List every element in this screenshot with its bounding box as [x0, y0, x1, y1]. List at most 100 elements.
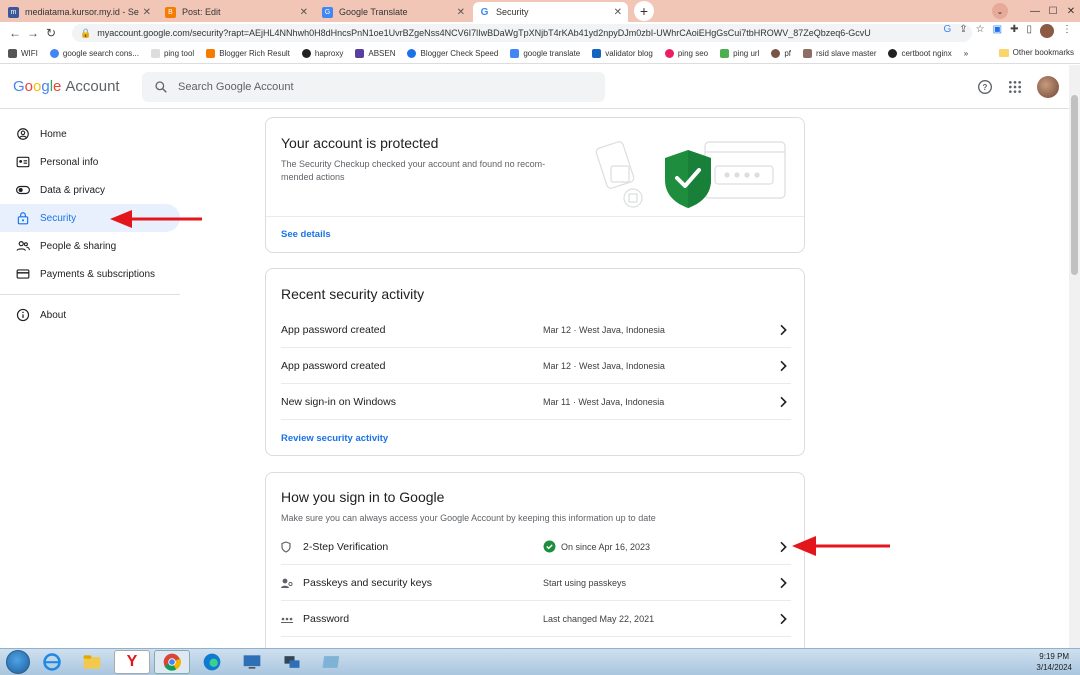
sidebar-item-label: Security — [40, 212, 77, 224]
bookmark-item[interactable]: pf — [771, 49, 791, 58]
other-bookmarks[interactable]: Other bookmarks — [998, 48, 1074, 57]
browser-tab-active[interactable]: G Security ✕ — [473, 2, 628, 22]
bookmark-star-icon[interactable]: ☆ — [976, 24, 985, 38]
yandex-browser-icon[interactable]: Y — [114, 650, 150, 674]
activity-label: App password created — [281, 359, 386, 372]
signin-method-label: Password — [303, 612, 350, 625]
bookmark-item[interactable]: ping url — [720, 49, 759, 58]
extension-translate-icon[interactable]: ▣ — [993, 24, 1002, 38]
sidebar-item-people-sharing[interactable]: People & sharing — [0, 232, 180, 260]
sidebar-item-personal-info[interactable]: Personal info — [0, 148, 180, 176]
bookmark-label: Blogger Check Speed — [420, 49, 499, 58]
activity-label: New sign-in on Windows — [281, 395, 396, 408]
sidebar-item-home[interactable]: Home — [0, 120, 180, 148]
profile-avatar[interactable] — [1040, 24, 1054, 38]
forward-icon[interactable]: → — [24, 26, 42, 40]
card-divider — [266, 216, 804, 217]
virtual-machine-icon[interactable] — [314, 650, 350, 674]
tab-search-icon[interactable]: ⌄ — [992, 3, 1008, 19]
maximize-icon[interactable]: ☐ — [1044, 0, 1062, 22]
address-bar[interactable]: 🔒 myaccount.google.com/security?rapt=AEj… — [72, 24, 972, 42]
lock-icon — [17, 212, 29, 225]
page-scrollbar[interactable] — [1069, 65, 1080, 648]
activity-detail: Mar 12 · West Java, Indonesia — [543, 324, 665, 335]
browser-tab[interactable]: B Post: Edit ✕ — [159, 2, 314, 22]
help-icon[interactable]: ? — [977, 79, 993, 95]
side-panel-icon[interactable]: ▯ — [1026, 24, 1032, 38]
chevron-right-icon — [780, 541, 787, 552]
bookmark-item[interactable]: ping seo — [664, 49, 709, 58]
minimize-icon[interactable]: — — [1026, 0, 1044, 22]
share-icon[interactable]: ⇪ — [959, 24, 967, 38]
bookmark-label: validator blog — [605, 49, 653, 58]
activity-row[interactable]: App password created Mar 12 · West Java,… — [281, 312, 791, 348]
remote-desktop-icon[interactable] — [234, 650, 270, 674]
bookmark-item[interactable]: Blogger Check Speed — [407, 49, 498, 58]
edge-icon[interactable] — [194, 650, 230, 674]
menu-kebab-icon[interactable]: ⋮ — [1062, 24, 1072, 38]
reload-icon[interactable]: ↻ — [42, 26, 60, 40]
file-explorer-icon[interactable] — [74, 650, 110, 674]
chrome-icon[interactable] — [154, 650, 190, 674]
bookmark-item[interactable]: ping tool — [150, 49, 194, 58]
bookmark-item[interactable]: Blogger Rich Result — [206, 49, 290, 58]
windows-start-button[interactable] — [6, 650, 30, 674]
bookmark-icon — [150, 49, 160, 58]
site-info-icon[interactable]: 🔒 — [80, 28, 91, 39]
close-icon[interactable]: ✕ — [300, 7, 308, 18]
back-icon[interactable]: ← — [6, 26, 24, 40]
chevron-right-icon — [780, 360, 787, 371]
sidebar-item-data-privacy[interactable]: Data & privacy — [0, 176, 180, 204]
close-icon[interactable]: ✕ — [143, 7, 151, 18]
bookmark-item[interactable]: haproxy — [301, 49, 343, 58]
signin-methods-card: How you sign in to Google Make sure you … — [265, 472, 805, 662]
bookmark-item[interactable]: google translate — [510, 49, 580, 58]
bookmarks-more-button[interactable]: » — [964, 49, 968, 58]
search-input[interactable] — [178, 81, 578, 93]
browser-tabstrip: m mediatama.kursor.my.id - Servic ✕ B Post:… — [0, 0, 1080, 22]
see-details-link[interactable]: See details — [281, 229, 331, 240]
scrollbar-thumb[interactable] — [1071, 95, 1078, 275]
review-security-activity-link[interactable]: Review security activity — [281, 433, 388, 444]
network-tool-icon[interactable] — [274, 650, 310, 674]
svg-text:?: ? — [983, 83, 988, 92]
browser-toolbar: ← → ↻ 🔒 myaccount.google.com/security?ra… — [0, 22, 1080, 44]
extensions-puzzle-icon[interactable]: ✚ — [1010, 24, 1018, 38]
tab-title: mediatama.kursor.my.id - Servic — [25, 7, 139, 17]
bookmark-label: ping seo — [677, 49, 709, 58]
browser-tab[interactable]: m mediatama.kursor.my.id - Servic ✕ — [2, 2, 157, 22]
browser-tab[interactable]: G Google Translate ✕ — [316, 2, 471, 22]
close-icon[interactable]: ✕ — [614, 7, 622, 18]
tab-title: Security — [496, 7, 529, 17]
folder-icon — [998, 48, 1009, 57]
personal-info-icon — [16, 156, 30, 168]
window-close-icon[interactable]: ✕ — [1062, 0, 1080, 22]
activity-row[interactable]: New sign-in on Windows Mar 11 · West Jav… — [281, 384, 791, 420]
bookmark-item[interactable]: google search cons... — [49, 49, 139, 58]
bookmark-icon — [355, 49, 365, 58]
bookmark-item[interactable]: WIFI — [8, 49, 38, 58]
account-avatar[interactable] — [1037, 76, 1059, 98]
translate-icon[interactable]: G — [944, 24, 952, 38]
apps-grid-icon[interactable] — [1007, 79, 1023, 95]
bookmark-item[interactable]: ABSEN — [355, 49, 395, 58]
close-icon[interactable]: ✕ — [457, 7, 465, 18]
bookmark-item[interactable]: rsid slave master — [803, 49, 876, 58]
bookmark-item[interactable]: validator blog — [592, 49, 653, 58]
password-dots-icon — [281, 617, 293, 623]
two-step-verification-row[interactable]: 2-Step Verification On since Apr 16, 202… — [281, 529, 791, 565]
activity-row[interactable]: App password created Mar 12 · West Java,… — [281, 348, 791, 384]
sidebar-item-about[interactable]: About — [0, 301, 180, 329]
system-tray[interactable]: 9:19 PM 3/14/2024 — [1036, 651, 1072, 673]
passkeys-row[interactable]: Passkeys and security keys Start using p… — [281, 565, 791, 601]
search-box[interactable] — [142, 72, 605, 102]
internet-explorer-icon[interactable] — [34, 650, 70, 674]
google-account-logo[interactable]: Google Account — [13, 78, 120, 95]
password-row[interactable]: Password Last changed May 22, 2021 — [281, 601, 791, 637]
card-description: The Security Checkup checked your accoun… — [281, 159, 546, 182]
signin-method-label: 2-Step Verification — [303, 540, 389, 553]
bookmark-label: ABSEN — [368, 49, 396, 58]
new-tab-button[interactable]: + — [634, 1, 654, 21]
bookmark-item[interactable]: certboot nginx — [888, 49, 952, 58]
sidebar-item-payments[interactable]: Payments & subscriptions — [0, 260, 180, 288]
